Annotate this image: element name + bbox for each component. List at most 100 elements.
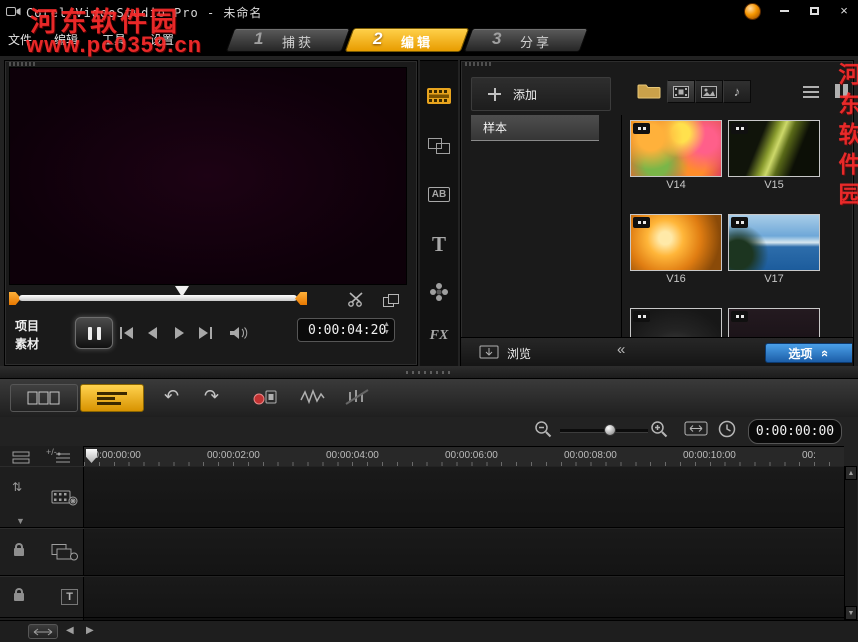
video-display	[9, 67, 407, 285]
scrub-bar[interactable]	[19, 295, 297, 301]
timecode-up-icon[interactable]: ▲	[383, 321, 390, 329]
timecode-down-icon[interactable]: ▼	[383, 329, 390, 337]
next-frame-icon[interactable]	[167, 323, 191, 343]
window-title: Corel VideoStudio Pro - 未命名	[26, 6, 263, 20]
zoom-in-icon[interactable]	[650, 420, 669, 439]
zoom-slider[interactable]	[560, 424, 648, 436]
thumbnail-v17[interactable]	[728, 214, 820, 271]
menu-settings[interactable]: 设置	[150, 31, 174, 48]
zoom-slider-handle[interactable]	[604, 424, 616, 436]
menu-file[interactable]: 文件	[8, 31, 32, 48]
timeline-tracks-area[interactable]	[84, 466, 844, 620]
redo-button[interactable]: ↷	[204, 386, 219, 407]
video-badge-icon	[633, 217, 650, 228]
play-pause-button[interactable]	[75, 317, 113, 349]
track-manager-icon[interactable]	[12, 451, 30, 465]
title-track-icon: T	[61, 588, 78, 605]
timeline-ruler[interactable]: 00:00:00:00 00:00:02:00 00:00:04:00 00:0…	[84, 446, 844, 468]
clip-mode-label[interactable]: 素材	[15, 335, 39, 352]
video-track-lane[interactable]	[84, 466, 844, 528]
step-tabs: 1 捕获 2 编辑 3 分享	[225, 28, 589, 52]
overlay-track-header[interactable]	[0, 528, 84, 576]
chapter-point-icon[interactable]	[54, 451, 72, 465]
zoom-out-icon[interactable]	[534, 420, 553, 439]
maximize-icon	[809, 6, 819, 15]
enlarge-frame-front	[388, 294, 399, 304]
thumbnail-v14[interactable]	[630, 120, 722, 177]
pause-icon	[96, 326, 101, 340]
home-frame-icon[interactable]	[115, 323, 139, 343]
title-icon[interactable]: T	[420, 224, 458, 264]
instant-project-icon[interactable]	[420, 126, 458, 166]
thumbnail-label-v15: V15	[764, 179, 784, 191]
thumbnail-v15[interactable]	[728, 120, 820, 177]
timeline-timecode: 0:00:00:00	[748, 419, 842, 444]
project-mode-label[interactable]: 项目	[15, 317, 39, 334]
graphic-icon[interactable]	[420, 272, 458, 312]
thumbnail-label-v14: V14	[666, 179, 686, 191]
library-divider	[621, 115, 622, 337]
overlay-lock-icon[interactable]	[14, 542, 24, 556]
menu-edit[interactable]: 编辑	[54, 31, 78, 48]
thumbnail-v16[interactable]	[630, 214, 722, 271]
expand-track-icon[interactable]: ▼	[16, 516, 25, 526]
volume-icon[interactable]	[227, 323, 251, 343]
app-logo-icon	[6, 5, 21, 18]
filter-video-icon[interactable]	[667, 80, 695, 103]
options-button[interactable]: 选项 «	[765, 343, 852, 363]
menu-tools[interactable]: 工具	[102, 31, 126, 48]
prev-frame-icon[interactable]	[141, 323, 165, 343]
record-capture-icon[interactable]	[252, 388, 278, 408]
horizontal-splitter[interactable]	[0, 366, 858, 378]
scroll-right-icon[interactable]: ▶	[86, 625, 94, 636]
tab-capture[interactable]: 1 捕获	[225, 28, 351, 52]
folder-icon[interactable]	[637, 82, 661, 99]
video-badge-icon	[731, 217, 748, 228]
browse-icon[interactable]	[479, 344, 499, 360]
sort-view-icon[interactable]	[835, 84, 848, 98]
enlarge-preview-icon[interactable]	[383, 294, 399, 307]
media-library-icon[interactable]	[420, 76, 458, 116]
duration-clock-icon[interactable]	[718, 420, 737, 439]
tab-share[interactable]: 3 分享	[463, 28, 589, 52]
overlay-track-lane[interactable]	[84, 528, 844, 576]
fit-timeline-icon[interactable]	[684, 420, 708, 437]
add-folder-button[interactable]: 添加	[471, 77, 611, 111]
tab-edit[interactable]: 2 编辑	[344, 28, 470, 52]
panel-grip	[465, 62, 491, 66]
video-badge-icon	[633, 123, 650, 134]
swap-tracks-icon[interactable]: ⇅	[12, 480, 22, 494]
scroll-down-icon[interactable]: ▼	[845, 606, 857, 620]
scroll-left-icon[interactable]: ◀	[66, 625, 74, 636]
filter-photo-icon[interactable]	[695, 80, 723, 103]
split-clip-icon[interactable]	[347, 291, 365, 307]
preview-panel: 项目 素材 0:00:04:20 ▲ ▼	[4, 60, 418, 366]
fit-project-button[interactable]	[28, 624, 58, 639]
sound-mixer-icon[interactable]	[344, 388, 370, 406]
maximize-button[interactable]	[802, 2, 826, 19]
trim-end-handle[interactable]	[295, 292, 307, 305]
timeline-view-button[interactable]	[80, 384, 144, 412]
gallery-folder-tab[interactable]: 样本	[471, 115, 599, 141]
filter-audio-icon[interactable]: ♪	[723, 80, 751, 103]
timeline-timecode-value: 0:00:00:00	[755, 424, 835, 439]
filter-fx-icon[interactable]: FX	[420, 316, 458, 356]
undo-button[interactable]: ↶	[164, 386, 179, 407]
title-lock-icon[interactable]	[14, 587, 24, 601]
video-track-header[interactable]: ⇅ ▼	[0, 466, 84, 528]
title-track-lane[interactable]	[84, 576, 844, 618]
vertical-scrollbar[interactable]: ▲ ▼	[844, 466, 857, 620]
end-frame-icon[interactable]	[193, 323, 217, 343]
playhead-handle[interactable]	[175, 286, 189, 304]
storyboard-view-button[interactable]	[10, 384, 78, 412]
scroll-up-icon[interactable]: ▲	[845, 466, 857, 480]
title-track-header[interactable]: T	[0, 576, 84, 618]
list-view-icon[interactable]	[803, 86, 819, 98]
transition-icon[interactable]: AB	[420, 174, 458, 214]
ruler-label: 00:	[802, 450, 816, 461]
minimize-button[interactable]	[772, 2, 796, 19]
sound-wave-icon[interactable]	[300, 388, 326, 406]
browse-label[interactable]: 浏览	[507, 345, 531, 362]
collapse-library-icon[interactable]: «	[617, 341, 625, 358]
close-button[interactable]: ×	[832, 2, 856, 19]
